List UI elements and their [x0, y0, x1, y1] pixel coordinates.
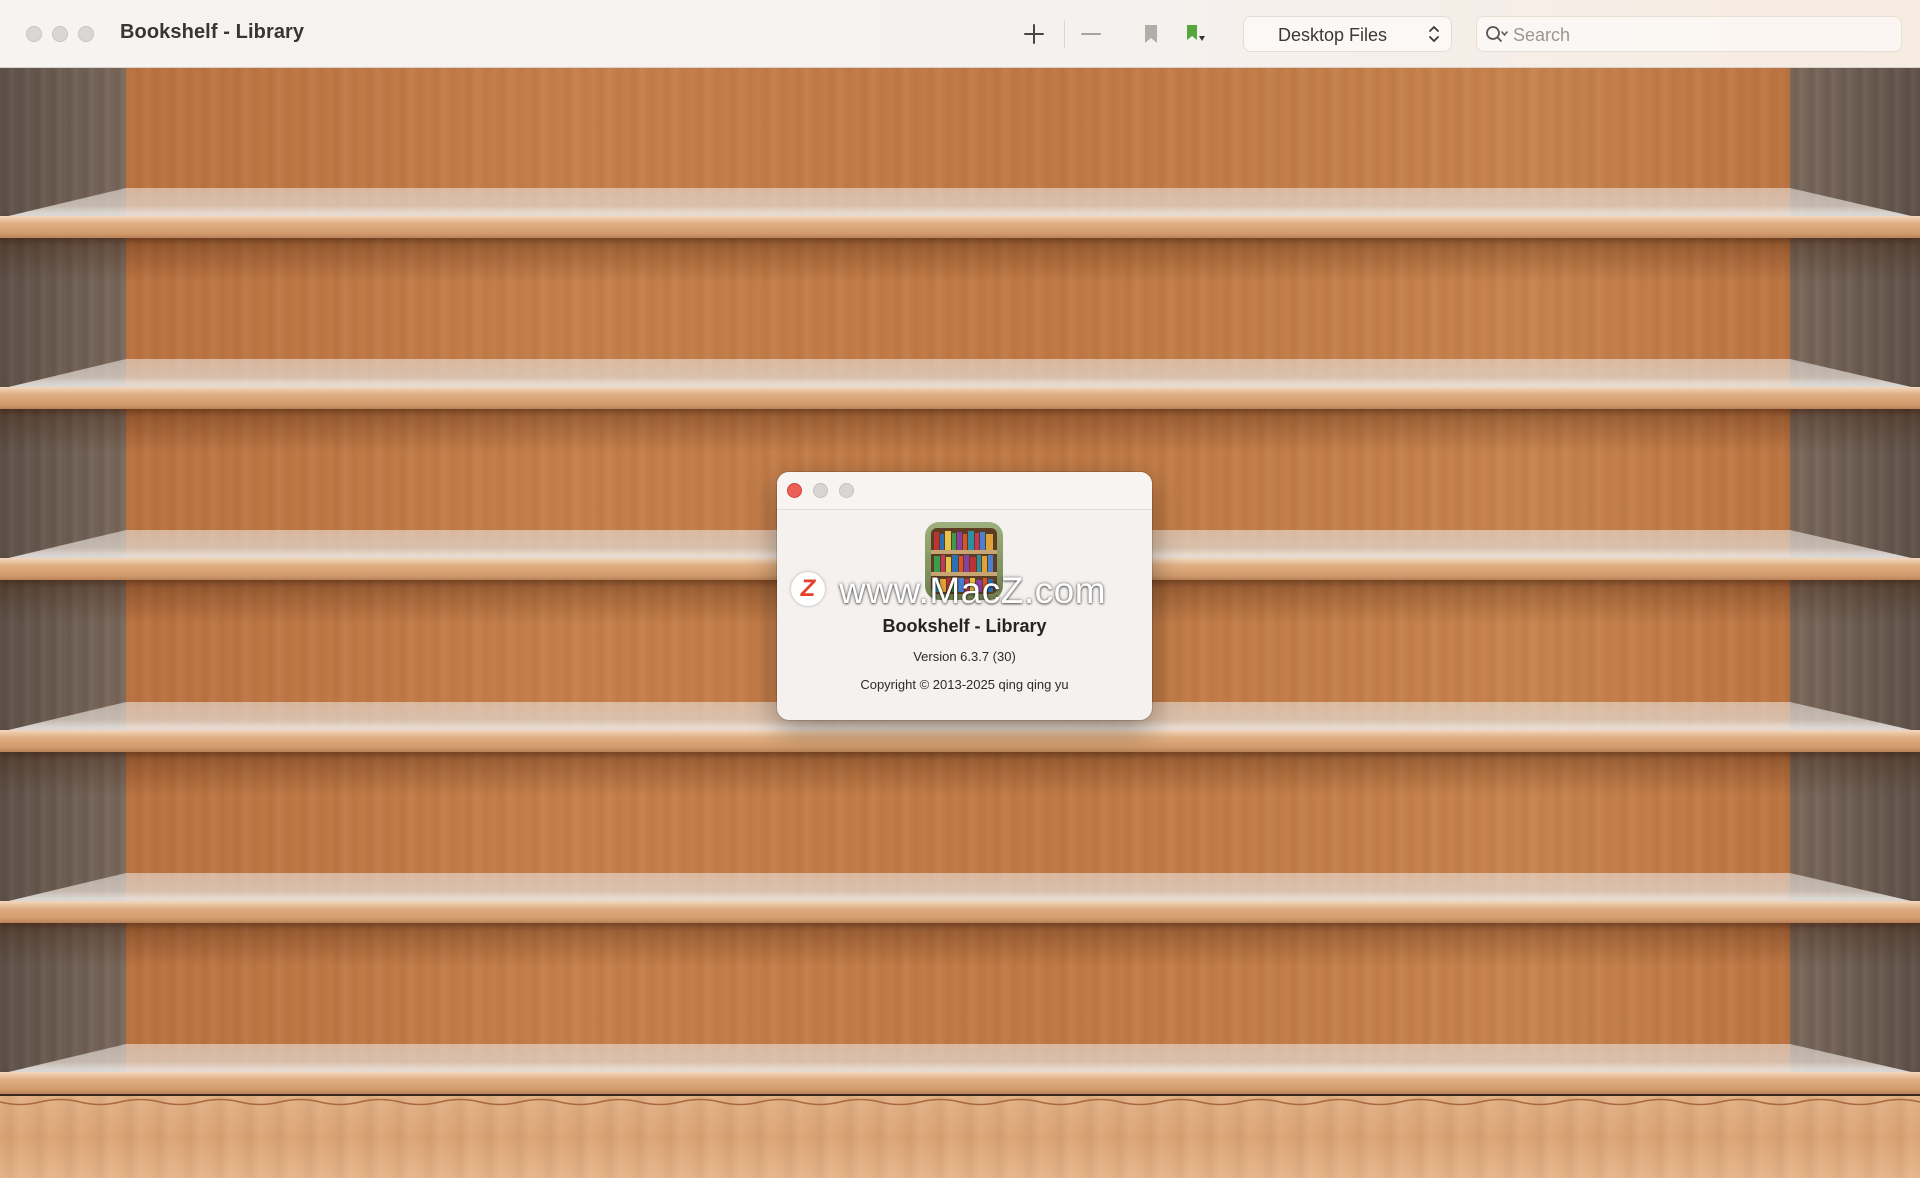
shelf-board: [0, 901, 1920, 923]
plus-icon: [1024, 24, 1044, 44]
main-window: Bookshelf - Library Desktop Files Search…: [0, 0, 1920, 1178]
shelf-glass: [0, 1044, 1920, 1074]
about-dialog-title-bar: [777, 472, 1152, 510]
window-zoom-button[interactable]: [78, 26, 94, 42]
about-zoom-button[interactable]: [839, 483, 854, 498]
window-minimize-button[interactable]: [52, 26, 68, 42]
shelf-board: [0, 730, 1920, 752]
window-title: Bookshelf - Library: [120, 21, 305, 43]
shelf-glass: [0, 873, 1920, 903]
watermark-logo-icon: Z: [791, 572, 825, 606]
shelf-board: [0, 216, 1920, 238]
about-app-name: Bookshelf - Library: [882, 616, 1047, 636]
source-select-value: Desktop Files: [1277, 25, 1388, 45]
about-close-button[interactable]: [787, 483, 802, 498]
green-bookmark-dropdown-icon: [1187, 25, 1205, 41]
shelf-glass: [0, 188, 1920, 218]
shelf-board: [0, 387, 1920, 409]
search-icon: [1486, 26, 1508, 42]
bookmark-button[interactable]: [1131, 14, 1171, 54]
source-select[interactable]: Desktop Files: [1243, 16, 1452, 52]
shelf-shadow: [0, 923, 1920, 967]
search-input[interactable]: [1511, 21, 1895, 49]
toolbar-separator: [1064, 20, 1065, 48]
watermark-text: www.MacZ.com: [839, 570, 1107, 611]
shelf-shadow: [0, 238, 1920, 282]
window-close-button[interactable]: [26, 26, 42, 42]
search-field[interactable]: [1476, 16, 1902, 52]
shelf-board: [0, 1072, 1920, 1094]
up-down-chevron-icon: [1429, 26, 1439, 42]
about-minimize-button[interactable]: [813, 483, 828, 498]
about-dialog: Z www.MacZ.com Bookshelf - Library Versi…: [777, 472, 1152, 720]
shelf-shadow: [0, 409, 1920, 453]
about-version: Version 6.3.7 (30): [913, 649, 1016, 664]
add-button[interactable]: [1014, 14, 1054, 54]
shelf-shadow: [0, 752, 1920, 796]
base-trim: [0, 1098, 1920, 1106]
tag-dropdown-button[interactable]: [1177, 14, 1217, 54]
minus-icon: [1081, 33, 1101, 35]
shelf-glass: [0, 359, 1920, 389]
title-bar: Bookshelf - Library Desktop Files: [0, 0, 1920, 68]
bookmark-icon: [1145, 25, 1157, 43]
remove-button[interactable]: [1071, 14, 1111, 54]
about-copyright: Copyright © 2013-2025 qing qing yu: [860, 677, 1069, 692]
